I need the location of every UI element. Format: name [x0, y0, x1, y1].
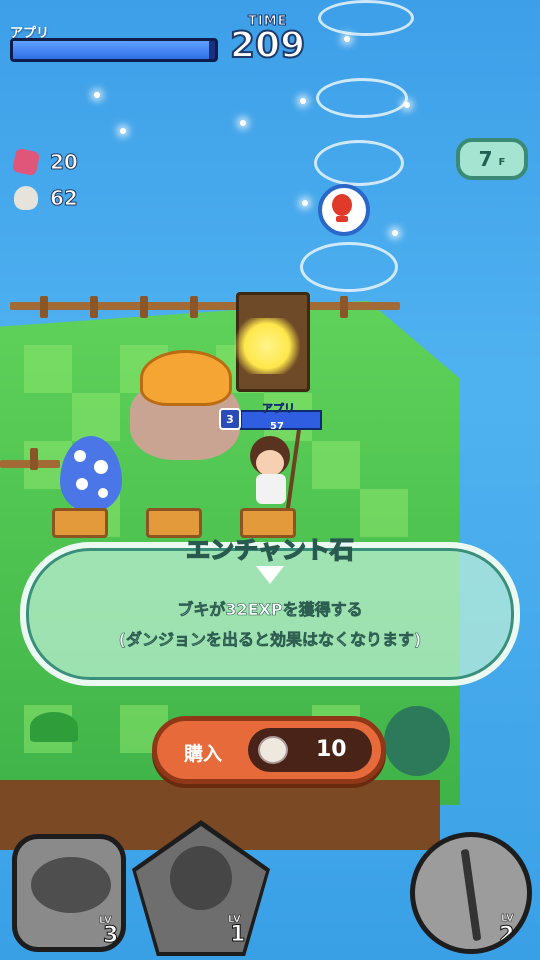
floor-indicator: 7 F: [456, 138, 528, 180]
shell-icon: [14, 186, 38, 210]
player-hp-bar: [10, 38, 218, 62]
sparkle: [300, 98, 306, 104]
skill-level: 2: [498, 923, 515, 949]
octopus-silhouette-icon: [170, 846, 232, 910]
sparkle-ring: [314, 140, 404, 186]
skill-slot-branch[interactable]: LV 2: [410, 832, 532, 954]
sparkle: [404, 102, 410, 108]
fence-post: [340, 296, 348, 318]
floor-unit: F: [498, 156, 506, 168]
fence-post: [90, 296, 98, 318]
sparkle: [392, 230, 398, 236]
fence-post: [140, 296, 148, 318]
dialog-pointer: [256, 566, 284, 584]
branch-icon: [460, 848, 482, 942]
sparkle: [302, 200, 308, 206]
bush: [384, 706, 450, 776]
hero-face: [256, 450, 284, 476]
fence-post: [30, 448, 38, 470]
skill-level: 3: [102, 923, 119, 948]
sparkle-ring: [316, 78, 408, 118]
sparkle: [344, 36, 350, 42]
player-tag-hp: 57: [270, 421, 284, 432]
open-flash: [232, 318, 302, 374]
balloon-shape: [332, 194, 352, 216]
mushroom-monster-cap: [140, 350, 232, 406]
floor-number: 7: [478, 147, 493, 171]
fence-post: [190, 296, 198, 318]
item-effect-note: (ダンジョンを出ると効果はなくなります): [118, 630, 422, 650]
skill-level: 1: [229, 922, 246, 948]
hp-bar-fill: [13, 41, 209, 59]
sparkle: [94, 92, 100, 98]
fence-post: [40, 296, 48, 318]
mushroom-silhouette-icon: [31, 857, 111, 913]
gem-icon: [11, 147, 41, 177]
sparkle-ring: [318, 0, 414, 36]
player-level-badge: 3: [219, 408, 241, 430]
grass-tuft: [30, 712, 78, 742]
skill-slot-mushroom[interactable]: LV 3: [12, 834, 126, 952]
hero-character[interactable]: [256, 474, 286, 504]
item-name-title: エンチャント石: [185, 535, 354, 565]
balloon-icon[interactable]: [318, 184, 370, 236]
balloon-basket: [336, 216, 348, 222]
player-tag-name: アプリ: [262, 402, 296, 416]
item-effect-text: ブキが32EXPを獲得する: [177, 600, 363, 620]
sparkle: [240, 120, 246, 126]
sparkle-ring: [300, 242, 398, 292]
buy-button-label: 購入: [184, 743, 223, 765]
time-counter: 209: [229, 24, 306, 67]
sparkle: [120, 128, 126, 134]
shell-count: 62: [50, 186, 79, 211]
gem-count: 20: [50, 150, 79, 175]
shell-currency-icon: [258, 736, 288, 764]
buy-price: 10: [316, 737, 347, 762]
